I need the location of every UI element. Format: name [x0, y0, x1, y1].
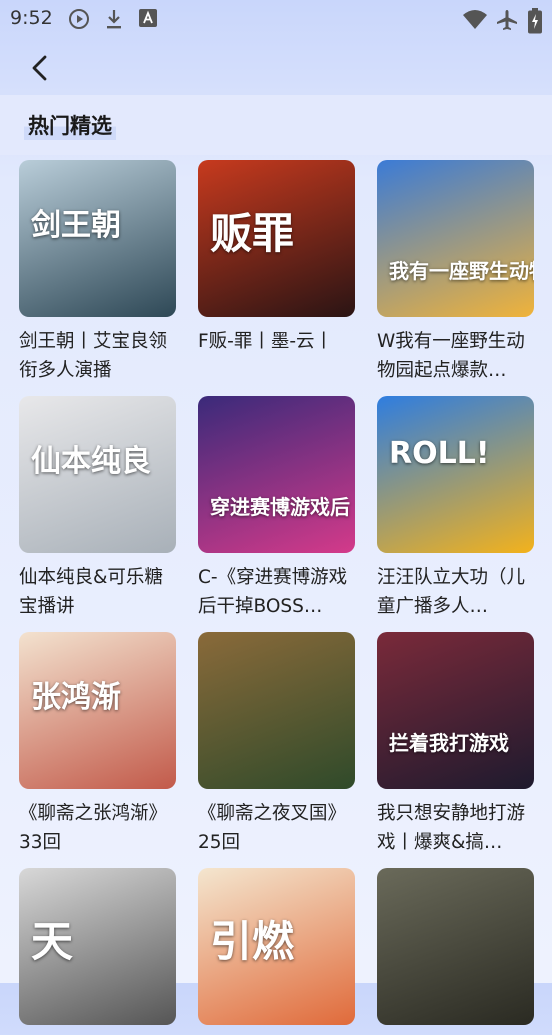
- album-card[interactable]: 我有一座野生动物园 W我有一座野生动物园起点爆款…: [377, 160, 534, 385]
- album-card[interactable]: 剑王朝剑王朝丨艾宝良领衔多人演播: [19, 160, 176, 385]
- album-cover-image[interactable]: 仙本纯良: [19, 396, 176, 553]
- album-card[interactable]: [377, 868, 534, 1035]
- album-title: F贩-罪丨墨-云丨: [198, 331, 333, 352]
- battery-charging-icon: [528, 8, 542, 34]
- album-cover-text: 贩罪: [210, 209, 295, 258]
- album-cover-image[interactable]: 拦着我打游戏: [377, 632, 534, 789]
- status-time: 9:52: [10, 7, 53, 29]
- album-card[interactable]: 天: [19, 868, 176, 1035]
- album-title: 《聊斋之张鸿渐》33回: [19, 803, 168, 853]
- album-cover-image[interactable]: 贩罪: [198, 160, 355, 317]
- album-cover-text: 张鸿渐: [31, 680, 121, 715]
- album-card[interactable]: 贩罪 F贩-罪丨墨-云丨: [198, 160, 355, 356]
- album-cover-image[interactable]: 剑王朝: [19, 160, 176, 317]
- album-card[interactable]: 仙本纯良仙本纯良&可乐糖宝播讲: [19, 396, 176, 621]
- album-cover-image[interactable]: [377, 868, 534, 1025]
- section-title: 热门精选: [24, 110, 116, 140]
- a-badge-icon: [139, 9, 157, 27]
- album-card[interactable]: 张鸿渐《聊斋之张鸿渐》33回: [19, 632, 176, 857]
- chevron-left-icon[interactable]: [22, 50, 58, 86]
- album-cover-text: 穿进赛博游戏后: [210, 495, 350, 519]
- album-card[interactable]: 拦着我打游戏我只想安静地打游戏丨爆爽&搞…: [377, 632, 534, 857]
- album-card[interactable]: ROLL! 汪汪队立大功（儿童广播多人…: [377, 396, 534, 621]
- album-title: 《聊斋之夜叉国》25回: [198, 803, 347, 853]
- album-cover-image[interactable]: 张鸿渐: [19, 632, 176, 789]
- album-title: 汪汪队立大功（儿童广播多人…: [377, 567, 526, 617]
- album-cover-image[interactable]: ROLL!: [377, 396, 534, 553]
- status-bar: 9:52: [0, 0, 552, 40]
- wifi-icon: [463, 10, 487, 29]
- album-card[interactable]: 引燃: [198, 868, 355, 1035]
- album-cover-image[interactable]: 穿进赛博游戏后: [198, 396, 355, 553]
- album-cover-text: 天: [31, 917, 74, 966]
- album-card[interactable]: 《聊斋之夜叉国》25回: [198, 632, 355, 857]
- album-cover-text: ROLL!: [389, 436, 490, 471]
- play-circle-icon: [69, 9, 89, 29]
- album-cover-text: 拦着我打游戏: [389, 731, 509, 755]
- airplane-icon: [497, 10, 517, 30]
- album-cover-text: 剑王朝: [31, 208, 121, 243]
- album-title: 仙本纯良&可乐糖宝播讲: [19, 567, 163, 617]
- album-card[interactable]: 穿进赛博游戏后 C-《穿进赛博游戏后干掉BOSS…: [198, 396, 355, 621]
- album-cover-image[interactable]: 引燃: [198, 868, 355, 1025]
- album-cover-image[interactable]: 天: [19, 868, 176, 1025]
- album-cover-image[interactable]: [198, 632, 355, 789]
- album-cover-text: 我有一座野生动物园: [389, 259, 534, 283]
- album-cover-text: 引燃: [210, 917, 295, 966]
- album-title: 我只想安静地打游戏丨爆爽&搞…: [377, 803, 526, 853]
- album-title: W我有一座野生动物园起点爆款…: [377, 331, 525, 381]
- album-title: 剑王朝丨艾宝良领衔多人演播: [19, 331, 168, 381]
- album-cover-text: 仙本纯良: [31, 444, 151, 479]
- download-icon: [107, 10, 121, 29]
- album-cover-image[interactable]: 我有一座野生动物园: [377, 160, 534, 317]
- album-title: C-《穿进赛博游戏后干掉BOSS…: [198, 567, 348, 617]
